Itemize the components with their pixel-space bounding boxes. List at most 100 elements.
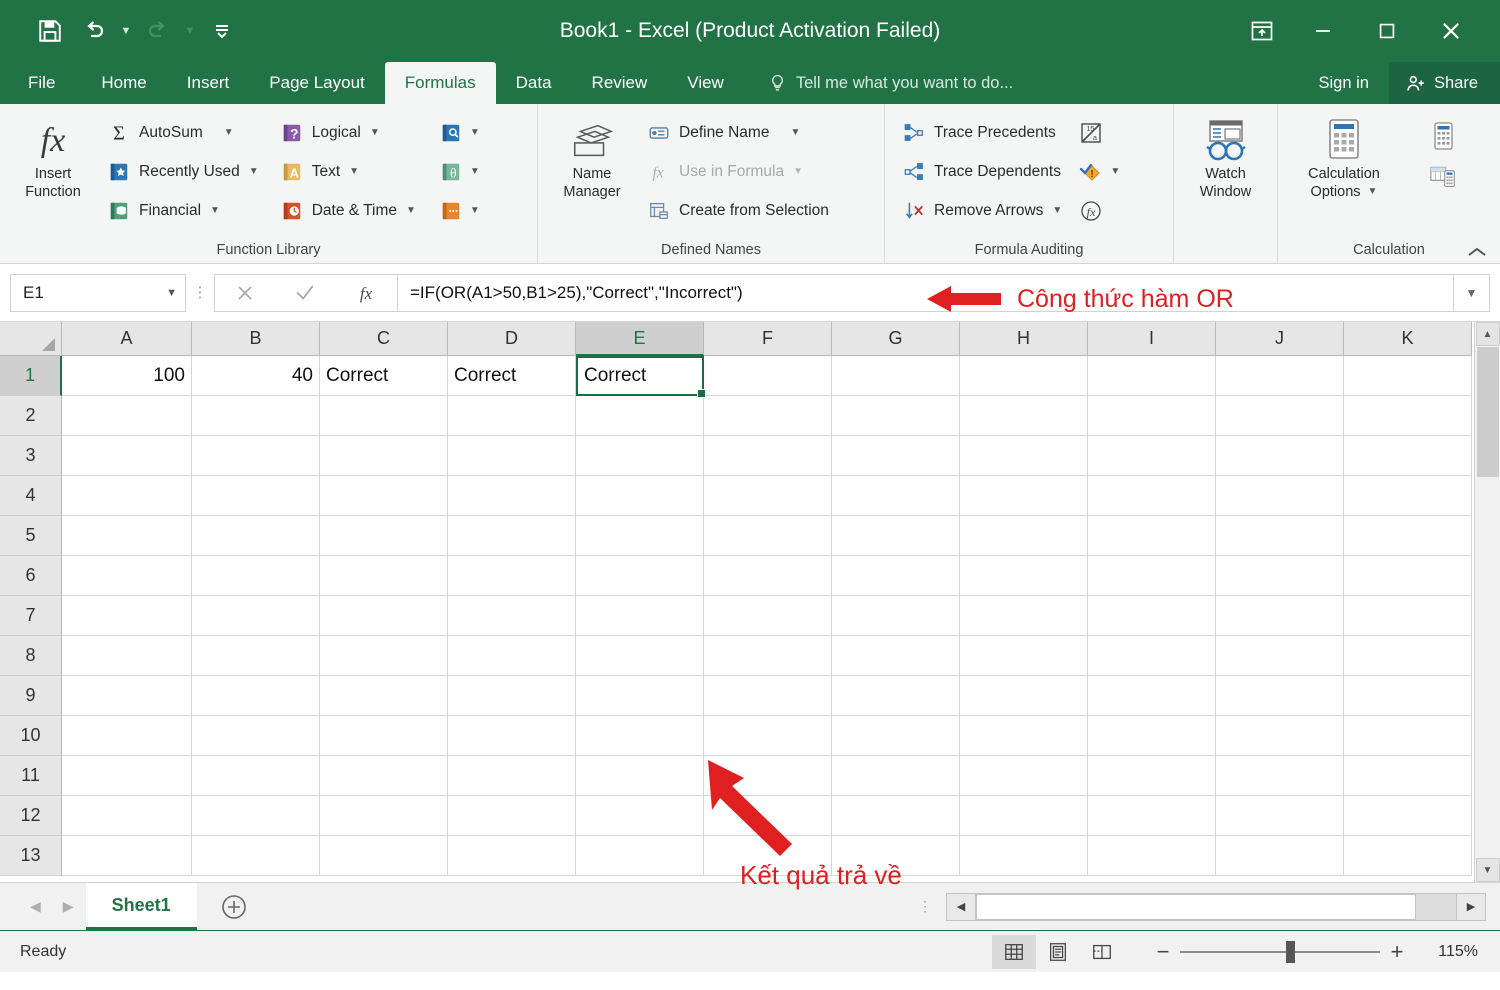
autosum-dropdown-icon[interactable]: ▼ xyxy=(224,127,234,138)
cell-j11[interactable] xyxy=(1216,756,1344,796)
watch-window-button[interactable]: Watch Window xyxy=(1180,112,1271,201)
cell-j6[interactable] xyxy=(1216,556,1344,596)
cell-d13[interactable] xyxy=(448,836,576,876)
cell-f11[interactable] xyxy=(704,756,832,796)
cell-f10[interactable] xyxy=(704,716,832,756)
error-checking-button[interactable]: ! ▼ xyxy=(1074,153,1124,190)
row-header-6[interactable]: 6 xyxy=(0,556,62,596)
tab-page-layout[interactable]: Page Layout xyxy=(249,62,384,104)
cell-b4[interactable] xyxy=(192,476,320,516)
cell-d1[interactable]: Correct xyxy=(448,356,576,396)
cell-b13[interactable] xyxy=(192,836,320,876)
lookup-reference-button[interactable]: ▼ xyxy=(434,114,484,151)
date-time-dropdown-icon[interactable]: ▼ xyxy=(406,205,416,216)
cell-b5[interactable] xyxy=(192,516,320,556)
cell-a2[interactable] xyxy=(62,396,192,436)
cell-k13[interactable] xyxy=(1344,836,1472,876)
cell-d10[interactable] xyxy=(448,716,576,756)
cell-e4[interactable] xyxy=(576,476,704,516)
cell-b2[interactable] xyxy=(192,396,320,436)
cell-c3[interactable] xyxy=(320,436,448,476)
financial-dropdown-icon[interactable]: ▼ xyxy=(210,205,220,216)
cell-g3[interactable] xyxy=(832,436,960,476)
cell-g10[interactable] xyxy=(832,716,960,756)
tell-me-search[interactable]: Tell me what you want to do... xyxy=(744,62,1027,104)
cell-g2[interactable] xyxy=(832,396,960,436)
calculate-now-button[interactable] xyxy=(1426,118,1460,155)
vertical-scrollbar[interactable]: ▲ ▼ xyxy=(1474,322,1500,882)
calculate-sheet-button[interactable] xyxy=(1426,157,1460,194)
sign-in-button[interactable]: Sign in xyxy=(1299,62,1389,104)
math-trig-button[interactable]: θ ▼ xyxy=(434,153,484,190)
cell-i1[interactable] xyxy=(1088,356,1216,396)
cell-g6[interactable] xyxy=(832,556,960,596)
row-header-1[interactable]: 1 xyxy=(0,356,62,396)
column-header-h[interactable]: H xyxy=(960,322,1088,356)
name-box[interactable]: E1 ▼ xyxy=(10,273,186,312)
save-icon[interactable] xyxy=(30,11,70,51)
define-name-button[interactable]: Define Name ▼ xyxy=(640,114,835,151)
trace-dependents-button[interactable]: Trace Dependents xyxy=(895,153,1068,190)
expand-formula-bar-icon[interactable]: ▼ xyxy=(1454,273,1490,312)
cell-e13[interactable] xyxy=(576,836,704,876)
cell-j12[interactable] xyxy=(1216,796,1344,836)
row-header-3[interactable]: 3 xyxy=(0,436,62,476)
cell-g8[interactable] xyxy=(832,636,960,676)
cell-a5[interactable] xyxy=(62,516,192,556)
cell-i4[interactable] xyxy=(1088,476,1216,516)
cell-j2[interactable] xyxy=(1216,396,1344,436)
cell-h6[interactable] xyxy=(960,556,1088,596)
cell-f2[interactable] xyxy=(704,396,832,436)
cell-k10[interactable] xyxy=(1344,716,1472,756)
column-header-e[interactable]: E xyxy=(576,322,704,356)
cell-k5[interactable] xyxy=(1344,516,1472,556)
more-functions-button[interactable]: ▼ xyxy=(434,192,484,229)
scroll-right-icon[interactable]: ▶ xyxy=(1456,892,1486,921)
split-handle[interactable]: ⋮ xyxy=(904,899,946,913)
scroll-left-icon[interactable]: ◀ xyxy=(946,892,976,921)
cell-h8[interactable] xyxy=(960,636,1088,676)
cell-i7[interactable] xyxy=(1088,596,1216,636)
tab-view[interactable]: View xyxy=(667,62,744,104)
cell-e5[interactable] xyxy=(576,516,704,556)
cell-d6[interactable] xyxy=(448,556,576,596)
cell-a3[interactable] xyxy=(62,436,192,476)
cell-i2[interactable] xyxy=(1088,396,1216,436)
cell-b10[interactable] xyxy=(192,716,320,756)
cell-i3[interactable] xyxy=(1088,436,1216,476)
cell-i13[interactable] xyxy=(1088,836,1216,876)
undo-icon[interactable] xyxy=(74,11,114,51)
date-time-button[interactable]: Date & Time ▼ xyxy=(273,192,422,229)
cell-i11[interactable] xyxy=(1088,756,1216,796)
cell-h5[interactable] xyxy=(960,516,1088,556)
cell-b9[interactable] xyxy=(192,676,320,716)
tab-data[interactable]: Data xyxy=(496,62,572,104)
cell-d12[interactable] xyxy=(448,796,576,836)
cell-b3[interactable] xyxy=(192,436,320,476)
text-button[interactable]: A Text ▼ xyxy=(273,153,422,190)
remove-arrows-dropdown-icon[interactable]: ▼ xyxy=(1052,205,1062,216)
cell-f9[interactable] xyxy=(704,676,832,716)
cell-h11[interactable] xyxy=(960,756,1088,796)
cell-a4[interactable] xyxy=(62,476,192,516)
cell-h12[interactable] xyxy=(960,796,1088,836)
cell-k9[interactable] xyxy=(1344,676,1472,716)
cell-j8[interactable] xyxy=(1216,636,1344,676)
cell-e7[interactable] xyxy=(576,596,704,636)
column-header-f[interactable]: F xyxy=(704,322,832,356)
zoom-out-button[interactable]: − xyxy=(1146,939,1180,965)
enter-formula-icon[interactable] xyxy=(294,282,316,304)
scroll-down-icon[interactable]: ▼ xyxy=(1475,858,1500,882)
cell-e8[interactable] xyxy=(576,636,704,676)
page-layout-view-icon[interactable] xyxy=(1036,935,1080,969)
cell-h7[interactable] xyxy=(960,596,1088,636)
column-header-a[interactable]: A xyxy=(62,322,192,356)
redo-icon[interactable] xyxy=(138,11,178,51)
cell-k7[interactable] xyxy=(1344,596,1472,636)
evaluate-formula-button[interactable]: fx xyxy=(1074,192,1124,229)
cell-c10[interactable] xyxy=(320,716,448,756)
cell-b1[interactable]: 40 xyxy=(192,356,320,396)
cell-d2[interactable] xyxy=(448,396,576,436)
zoom-slider[interactable] xyxy=(1180,940,1380,963)
cell-f4[interactable] xyxy=(704,476,832,516)
